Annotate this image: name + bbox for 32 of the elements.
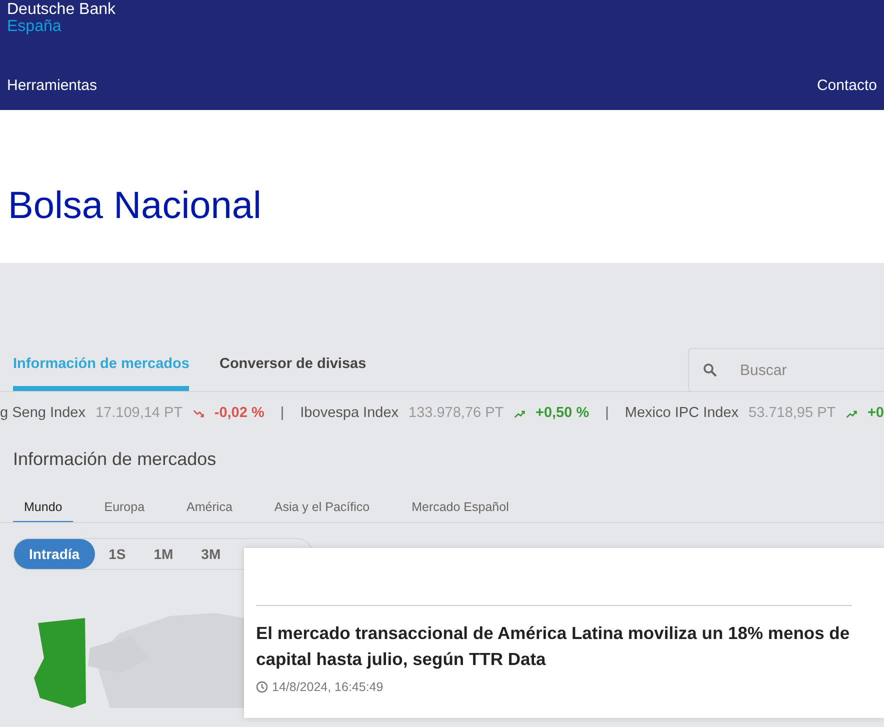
period-button[interactable]: 3M — [187, 539, 235, 569]
clock-icon — [256, 681, 268, 694]
separator: | — [605, 404, 609, 424]
index-value: 53.718,95 PT — [748, 404, 836, 424]
period-button[interactable]: 1S — [94, 539, 140, 569]
news-timestamp: 14/8/2024, 16:45:49 — [272, 679, 384, 696]
region-tab[interactable]: Asia y el Pacífico — [263, 493, 381, 522]
period-button[interactable]: 1M — [140, 539, 188, 569]
region-tab[interactable]: Mundo — [13, 493, 74, 522]
news-headline[interactable]: El mercado transaccional de América Latina moviliza un 18% menos de capital hasta julio, según TTR Data — [256, 620, 876, 672]
index-value: 133.978,76 PT — [408, 404, 504, 424]
nav-link[interactable]: Herramientas — [7, 75, 98, 98]
brand-name[interactable]: Deutsche Bank — [7, 1, 116, 18]
index-change: +0 — [867, 404, 884, 424]
brand-region[interactable]: España — [7, 18, 62, 35]
region-tab[interactable]: Europa — [93, 493, 156, 522]
search-field[interactable]: Buscar — [688, 348, 884, 392]
index-change: -0,02 % — [214, 404, 264, 424]
page-title: Bolsa Nacional — [8, 184, 262, 229]
search-icon — [703, 363, 717, 377]
index-name[interactable]: Mexico IPC Index — [624, 403, 739, 425]
region-tab[interactable]: Mercado Español — [400, 493, 520, 522]
period-button[interactable]: Intradía — [14, 539, 95, 569]
index-name[interactable]: g Seng Index — [0, 403, 86, 425]
index-change: +0,50 % — [536, 404, 590, 424]
separator: | — [280, 404, 284, 424]
index-value: 17.109,14 PT — [95, 404, 183, 424]
index-name[interactable]: Ibovespa Index — [300, 403, 399, 425]
section-title: Información de mercados — [13, 448, 216, 471]
region-tab[interactable]: América — [176, 493, 244, 522]
tab[interactable]: Conversor de divisas — [219, 338, 366, 391]
nav-link[interactable]: Contacto — [816, 75, 877, 98]
